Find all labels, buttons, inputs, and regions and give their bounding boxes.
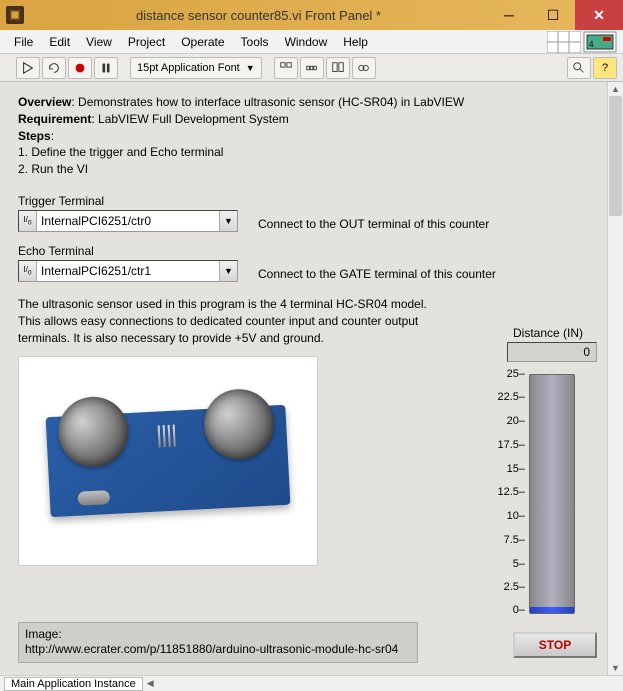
resize-button[interactable]: [326, 57, 350, 79]
front-panel-content: Overview: Demonstrates how to interface …: [0, 82, 623, 675]
app-icon: [6, 6, 24, 24]
image-source-box: Image: http://www.ecrater.com/p/11851880…: [18, 622, 418, 663]
menu-help[interactable]: Help: [335, 31, 376, 53]
image-source-label: Image:: [25, 627, 411, 643]
minimize-button[interactable]: ─: [487, 0, 531, 30]
reorder-button[interactable]: [352, 57, 376, 79]
transducer-icon: [202, 388, 276, 462]
requirement-label: Requirement: [18, 112, 91, 126]
svg-text:4: 4: [589, 40, 594, 49]
help-button[interactable]: ?: [593, 57, 617, 79]
scroll-up-icon: ▲: [608, 82, 623, 96]
distance-value: 0: [507, 342, 597, 362]
distribute-button[interactable]: [300, 57, 324, 79]
menu-project[interactable]: Project: [120, 31, 173, 53]
image-source-url: http://www.ecrater.com/p/11851880/arduin…: [25, 642, 411, 658]
requirement-text: : LabVIEW Full Development System: [91, 112, 288, 126]
sensor-image: [18, 356, 318, 566]
trigger-terminal-value: InternalPCI6251/ctr0: [37, 214, 219, 228]
step-2: 2. Run the VI: [18, 161, 605, 178]
abort-button[interactable]: [68, 57, 92, 79]
overview-text: : Demonstrates how to interface ultrason…: [71, 95, 464, 109]
window-title: distance sensor counter85.vi Front Panel…: [30, 8, 487, 23]
overview-block: Overview: Demonstrates how to interface …: [18, 94, 605, 178]
statusbar: Main Application Instance ◀: [0, 675, 623, 691]
io-icon: I/0: [19, 211, 37, 231]
titlebar: distance sensor counter85.vi Front Panel…: [0, 0, 623, 30]
stop-button[interactable]: STOP: [513, 632, 597, 658]
transducer-icon: [57, 395, 131, 469]
overview-label: Overview: [18, 95, 71, 109]
header-pins-icon: [158, 425, 176, 448]
menu-file[interactable]: File: [6, 31, 41, 53]
alignment-grid-icon[interactable]: [547, 31, 581, 53]
toolbar: 15pt Application Font ▼ ?: [0, 54, 623, 82]
chevron-down-icon: ▼: [219, 261, 237, 281]
left-arrow-icon[interactable]: ◀: [147, 678, 154, 689]
pause-button[interactable]: [94, 57, 118, 79]
trigger-label: Trigger Terminal: [18, 194, 605, 208]
menu-window[interactable]: Window: [277, 31, 336, 53]
tank-fill: [530, 607, 574, 613]
trigger-hint: Connect to the OUT terminal of this coun…: [258, 217, 489, 231]
echo-terminal-dropdown[interactable]: I/0 InternalPCI6251/ctr1 ▼: [18, 260, 238, 282]
crystal-icon: [77, 490, 110, 506]
echo-hint: Connect to the GATE terminal of this cou…: [258, 267, 496, 281]
run-continuous-button[interactable]: [42, 57, 66, 79]
trigger-terminal-dropdown[interactable]: I/0 InternalPCI6251/ctr0 ▼: [18, 210, 238, 232]
scroll-down-icon: ▼: [608, 661, 623, 675]
distance-label: Distance (IN): [489, 326, 597, 340]
echo-label: Echo Terminal: [18, 244, 605, 258]
io-icon: I/0: [19, 261, 37, 281]
scrollbar-thumb[interactable]: [609, 96, 622, 216]
tank-scale: 25– 22.5– 20– 17.5– 15– 12.5– 10– 7.5– 5…: [489, 374, 525, 614]
menu-operate[interactable]: Operate: [173, 31, 232, 53]
close-button[interactable]: ✕: [575, 0, 623, 30]
step-1: 1. Define the trigger and Echo terminal: [18, 144, 605, 161]
echo-terminal-value: InternalPCI6251/ctr1: [37, 264, 219, 278]
font-value: 15pt Application Font: [137, 62, 240, 74]
search-button[interactable]: [567, 57, 591, 79]
align-button[interactable]: [274, 57, 298, 79]
maximize-button[interactable]: ☐: [531, 0, 575, 30]
tank-indicator: 25– 22.5– 20– 17.5– 15– 12.5– 10– 7.5– 5…: [489, 374, 597, 614]
vertical-scrollbar[interactable]: ▲ ▼: [607, 82, 623, 675]
steps-label: Steps: [18, 129, 51, 143]
menu-tools[interactable]: Tools: [233, 31, 277, 53]
chevron-down-icon: ▼: [219, 211, 237, 231]
vi-icon[interactable]: 4: [583, 31, 617, 53]
chevron-down-icon: ▼: [246, 63, 255, 73]
description-text: The ultrasonic sensor used in this progr…: [18, 296, 448, 346]
menu-view[interactable]: View: [78, 31, 120, 53]
menu-edit[interactable]: Edit: [41, 31, 78, 53]
menubar: File Edit View Project Operate Tools Win…: [0, 30, 623, 54]
tank-body: [529, 374, 575, 614]
font-selector[interactable]: 15pt Application Font ▼: [130, 57, 262, 79]
run-button[interactable]: [16, 57, 40, 79]
instance-label: Main Application Instance: [4, 677, 143, 691]
